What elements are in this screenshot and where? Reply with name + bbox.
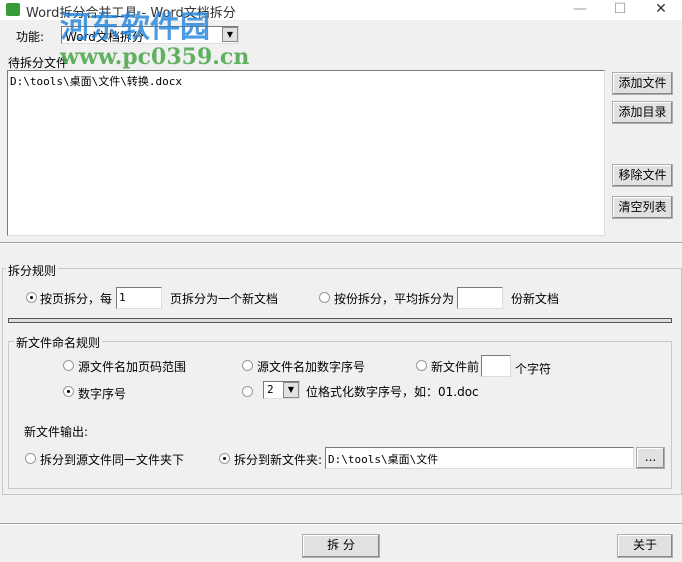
divider	[0, 242, 682, 244]
formatted-number-label: 位格式化数字序号，如：01.doc	[306, 385, 479, 399]
function-label: 功能:	[16, 30, 45, 44]
source-number-radio[interactable]	[242, 360, 253, 371]
by-page-suffix: 页拆分为一个新文档	[170, 292, 279, 306]
naming-title: 新文件命名规则	[14, 334, 103, 351]
divider	[0, 523, 682, 525]
add-directory-button[interactable]: 添加目录	[612, 101, 673, 124]
files-label: 待拆分文件	[8, 56, 69, 70]
app-icon	[6, 3, 20, 16]
browse-button[interactable]: ...	[636, 447, 665, 469]
chevron-down-icon: ▼	[283, 382, 299, 398]
minimize-button[interactable]: —	[560, 0, 600, 20]
split-button[interactable]: 拆 分	[302, 534, 380, 558]
prefix-input[interactable]	[481, 355, 511, 377]
same-folder-radio[interactable]	[25, 453, 36, 464]
new-folder-radio[interactable]	[219, 453, 230, 464]
same-folder-label: 拆分到源文件同一文件夹下	[40, 453, 185, 467]
page-range-label: 源文件名加页码范围	[78, 360, 187, 374]
about-button[interactable]: 关于	[617, 534, 673, 558]
by-count-label: 按份拆分，平均拆分为	[334, 292, 455, 306]
watermark-url: www.pc0359.cn	[60, 44, 250, 70]
prefix-radio[interactable]	[416, 360, 427, 371]
by-page-label: 按页拆分，每	[40, 292, 113, 306]
add-file-button[interactable]: 添加文件	[612, 72, 673, 95]
count-input[interactable]	[457, 287, 503, 309]
folder-input[interactable]: D:\tools\桌面\文件	[325, 447, 634, 469]
digits-select[interactable]: 2 ▼	[263, 381, 300, 399]
maximize-button[interactable]: ☐	[600, 0, 640, 20]
chevron-down-icon: ▼	[222, 27, 238, 42]
new-folder-label: 拆分到新文件夹:	[234, 453, 323, 467]
number-radio[interactable]	[63, 386, 74, 397]
clear-list-button[interactable]: 清空列表	[612, 196, 673, 219]
by-count-radio[interactable]	[319, 292, 330, 303]
prefix-suffix: 个字符	[515, 362, 552, 376]
watermark-logo: 河东软件园	[60, 10, 210, 45]
by-count-suffix: 份新文档	[511, 292, 560, 306]
page-range-radio[interactable]	[63, 360, 74, 371]
number-label: 数字序号	[78, 387, 127, 401]
output-title: 新文件输出:	[24, 425, 89, 439]
prefix-label: 新文件前	[431, 360, 480, 374]
source-number-label: 源文件名加数字序号	[257, 360, 366, 374]
by-page-radio[interactable]	[26, 292, 37, 303]
list-item[interactable]: D:\tools\桌面\文件\转换.docx	[10, 73, 182, 89]
file-list[interactable]: D:\tools\桌面\文件\转换.docx	[7, 70, 605, 236]
close-button[interactable]: ✕	[641, 0, 681, 20]
thick-divider	[8, 318, 672, 323]
digits-value: 2	[267, 383, 274, 396]
formatted-number-radio[interactable]	[242, 386, 253, 397]
remove-file-button[interactable]: 移除文件	[612, 164, 673, 187]
split-rule-title: 拆分规则	[6, 262, 59, 279]
pages-input[interactable]: 1	[116, 287, 162, 309]
